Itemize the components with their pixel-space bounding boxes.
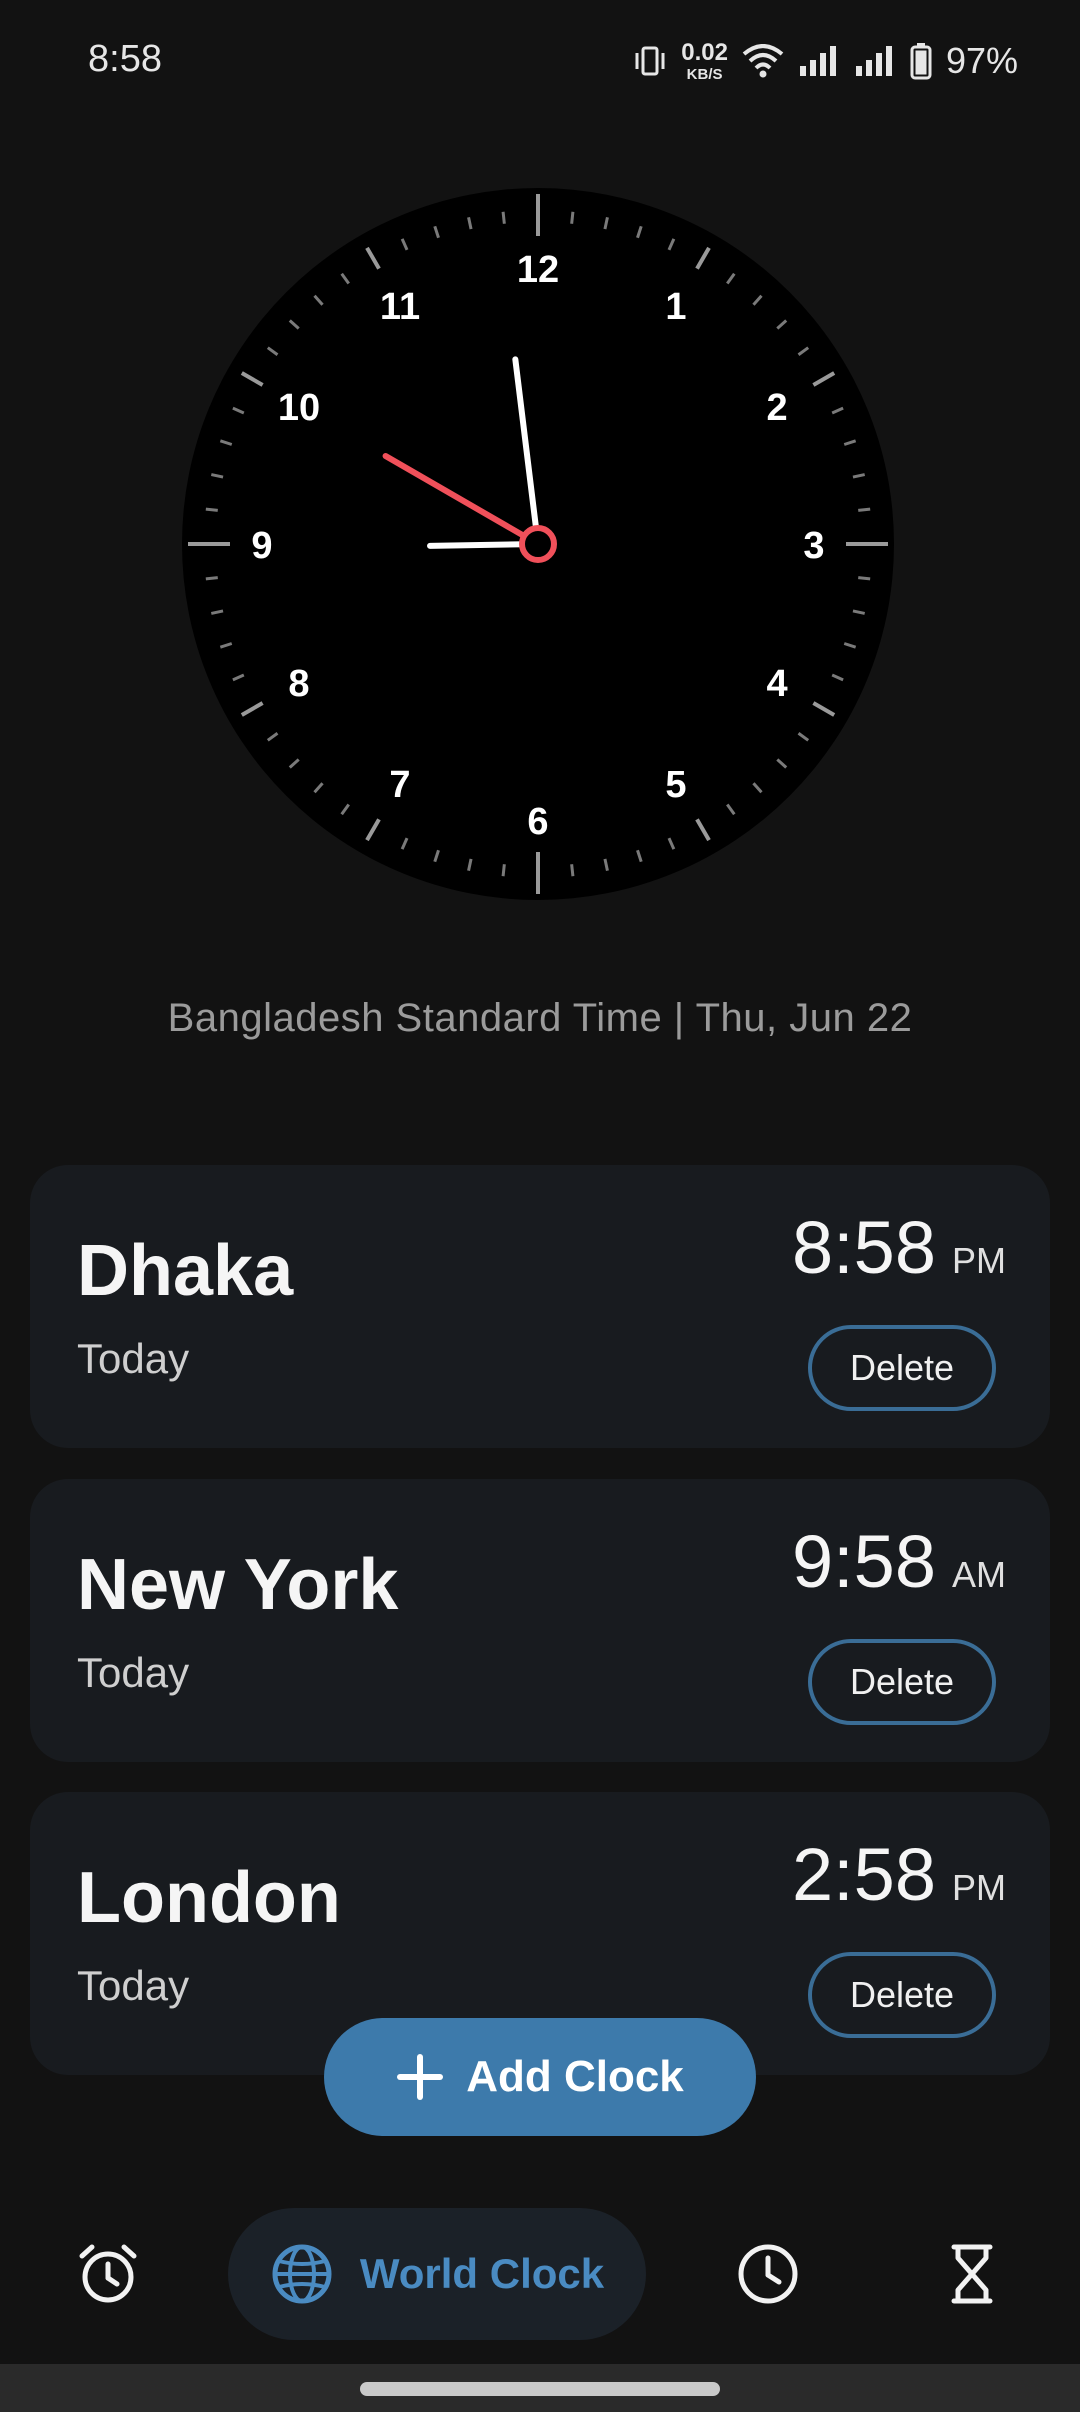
clock-tick: [205, 576, 218, 581]
clock-numeral: 5: [665, 764, 686, 806]
analog-clock: 121234567891011: [182, 188, 894, 900]
clock-icon: [738, 2244, 798, 2304]
city-name: Dhaka: [77, 1231, 294, 1311]
signal-icon-1: [799, 46, 836, 76]
city-time-ampm: PM: [952, 1867, 1006, 1908]
clock-numeral: 12: [517, 249, 559, 291]
clock-numeral: 4: [766, 663, 787, 705]
add-clock-label: Add Clock: [466, 2052, 684, 2101]
network-speed: 0.02 KB/S: [681, 38, 728, 83]
clock-numeral: 11: [380, 286, 420, 328]
city-day: Today: [77, 1649, 190, 1696]
nav-item-stopwatch[interactable]: [708, 2200, 828, 2348]
clock-numeral: 8: [288, 663, 309, 705]
clock-tick: [501, 211, 506, 224]
city-card-dhaka[interactable]: Dhaka Today 8:58 PM Delete: [30, 1165, 1050, 1448]
clock-numeral: 2: [766, 387, 787, 429]
delete-button[interactable]: Delete: [808, 1639, 996, 1725]
clock-numeral: 3: [803, 525, 824, 567]
wifi-icon: [742, 44, 784, 78]
clock-numeral: 10: [278, 387, 320, 429]
nav-item-timer[interactable]: [912, 2200, 1032, 2348]
city-time: 8:58 PM: [792, 1205, 1006, 1290]
timezone-date-label: Bangladesh Standard Time | Thu, Jun 22: [167, 996, 913, 1040]
clock-tick: [570, 864, 575, 877]
city-time: 2:58 PM: [792, 1832, 1006, 1917]
clock-tick: [858, 507, 871, 512]
nav-item-world-clock[interactable]: World Clock: [228, 2208, 646, 2340]
clock-tick: [858, 576, 871, 581]
home-indicator[interactable]: [360, 2382, 720, 2396]
city-time-ampm: AM: [952, 1554, 1006, 1595]
city-time-value: 9:58: [791, 1520, 936, 1603]
status-time: 8:58: [88, 38, 162, 80]
signal-icon-2: [855, 46, 892, 76]
delete-button[interactable]: Delete: [808, 1325, 996, 1411]
plus-icon: [397, 2054, 444, 2100]
add-clock-button[interactable]: Add Clock: [324, 2018, 756, 2136]
battery-percent: 97%: [945, 40, 1018, 81]
bottom-navigation: World Clock: [0, 2200, 1080, 2348]
status-icons: 0.02 KB/S 97%: [633, 36, 1018, 86]
status-bar: 8:58 0.02 KB/S 97%: [0, 0, 1080, 125]
city-time-value: 2:58: [791, 1833, 936, 1916]
nav-item-world-clock-label: World Clock: [359, 2250, 605, 2297]
globe-icon: [272, 2244, 332, 2304]
clock-tick: [205, 507, 218, 512]
clock-numeral: 7: [389, 764, 410, 806]
city-name: London: [77, 1858, 341, 1938]
city-day: Today: [77, 1962, 190, 2009]
clock-numeral: 6: [527, 801, 548, 843]
clock-tick: [501, 864, 506, 877]
city-day: Today: [77, 1335, 190, 1382]
alarm-icon: [79, 2244, 137, 2303]
battery-icon: [910, 43, 932, 80]
city-time: 9:58 AM: [792, 1519, 1006, 1604]
nav-item-alarm[interactable]: [48, 2200, 168, 2348]
network-speed-unit: KB/S: [686, 65, 723, 83]
hourglass-icon: [951, 2244, 993, 2304]
gesture-bar: [0, 2364, 1080, 2412]
clock-numeral: 1: [665, 286, 686, 328]
city-card-new-york[interactable]: New York Today 9:58 AM Delete: [30, 1479, 1050, 1762]
city-name: New York: [77, 1545, 399, 1625]
delete-button[interactable]: Delete: [808, 1952, 996, 2038]
world-clock-screen: 8:58 0.02 KB/S 97% 12 1 2 3 4 5 6 7 8 9 …: [0, 0, 1080, 2412]
network-speed-value: 0.02: [681, 38, 728, 66]
clock-numeral: 9: [251, 525, 272, 567]
city-time-value: 8:58: [791, 1206, 936, 1289]
clock-tick: [570, 211, 575, 224]
city-time-ampm: PM: [952, 1240, 1006, 1281]
clock-center-pin: [519, 525, 557, 563]
vibrate-icon: [635, 46, 665, 76]
